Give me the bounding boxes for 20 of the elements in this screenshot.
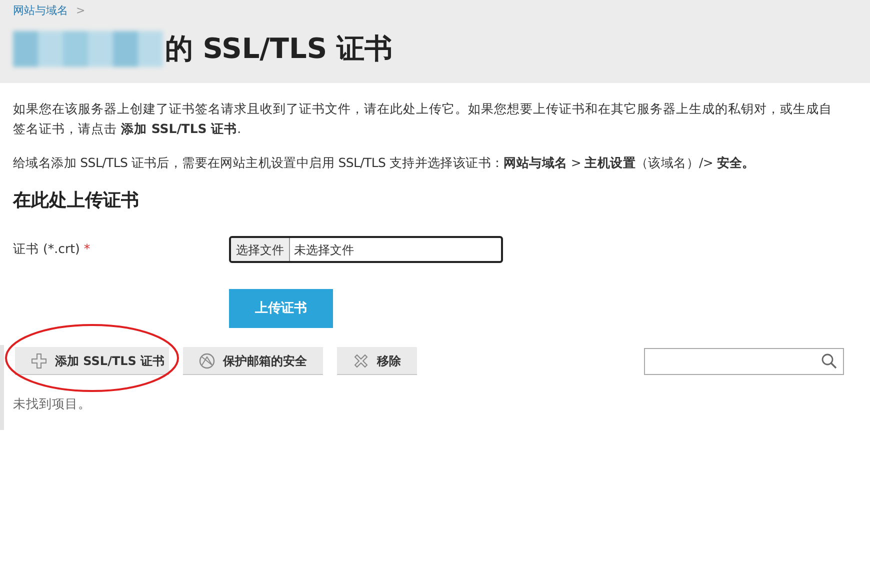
toolbar-button[interactable]: 保护邮箱的安全 [183,347,323,375]
choose-file-button[interactable]: 选择文件 [231,238,290,261]
field-label: 证书 (*.crt) [13,240,80,258]
intro-paragraph: 如果您在该服务器上创建了证书签名请求且收到了证书文件，请在此处上传它。如果您想要上传证书和在其它服务器上生成的私钥对，或生成自签名证书，请点击 添加 SSL/TLS 证书. [13,100,833,138]
plus-icon [31,352,47,368]
file-status: 未选择文件 [293,242,355,258]
toolbar-button[interactable]: 移除 [337,347,417,375]
page-title: 的 SSL/TLS 证书 [165,30,393,66]
intro-paragraph: 给域名添加 SSL/TLS 证书后，需要在网站主机设置中启用 SSL/TLS 支持并选择该证书：网站与域名 > 主机设置（该域名）/> 安全。 [13,154,756,172]
empty-message: 未找到项目。 [13,395,92,413]
breadcrumb-link[interactable]: 网站与域名 [13,3,68,20]
section-heading: 在此处上传证书 [13,189,140,213]
required-mark: * [84,240,90,258]
file-input[interactable]: 选择文件 未选择文件 [229,236,503,263]
search-field[interactable] [644,348,844,374]
toolbar-button[interactable]: 添加 SSL/TLS 证书 [15,347,169,375]
search-icon [821,353,837,369]
globe-icon [199,352,215,368]
cross-icon [353,352,369,368]
breadcrumb-separator: > [76,3,86,19]
